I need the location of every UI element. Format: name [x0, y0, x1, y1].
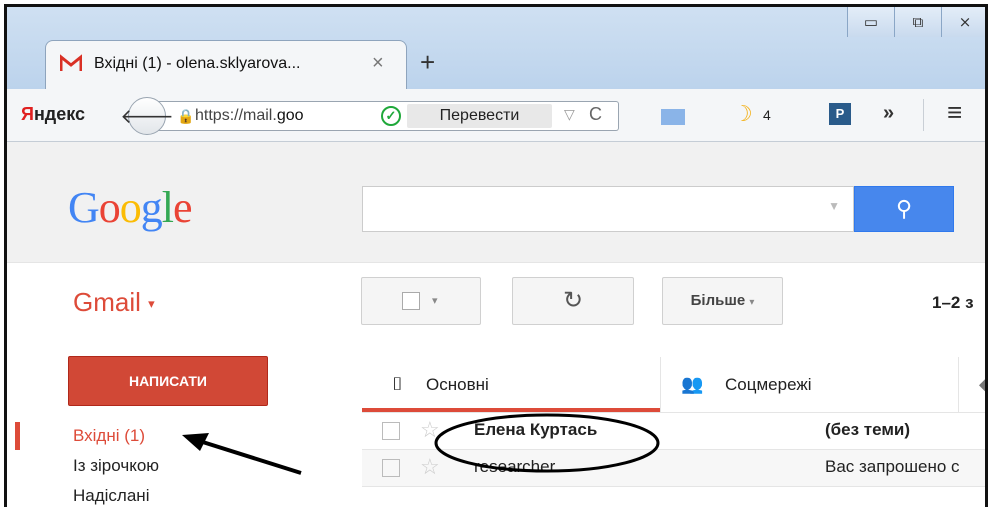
url-scheme: https://mail.: [195, 107, 277, 124]
logo-letter: g: [140, 183, 163, 232]
navigation-toolbar: Яндекс 🔒 https://mail.goo ✓ Перевести ▽ …: [7, 89, 988, 142]
toolbar-separator: [923, 99, 924, 131]
compose-button[interactable]: НАПИСАТИ: [68, 356, 268, 406]
email-row[interactable]: ☆ researcher Вас запрошено с: [362, 450, 988, 487]
email-subject: (без теми): [825, 420, 911, 439]
select-dropdown-icon: ▾: [432, 295, 438, 307]
tab-primary-label: Основні: [426, 375, 489, 394]
address-bar[interactable]: 🔒 https://mail.goo ✓ Перевести ▽ C: [157, 101, 619, 131]
google-header: Google ▼ ⚲: [7, 142, 988, 263]
gmail-caret-icon: ▾: [148, 296, 155, 312]
back-arrow-icon: 🡐: [120, 105, 174, 128]
screenshot-frame: ▭ ⧉ ⨯ Вхідні (1) - olena.sklyarova... × …: [4, 4, 988, 507]
sidebar: Вхідні (1) Із зірочкою Надіслані: [7, 421, 307, 507]
new-tab-button[interactable]: +: [420, 49, 435, 75]
more-label: Більше: [690, 292, 746, 309]
search-button[interactable]: ⚲: [854, 186, 954, 232]
google-logo[interactable]: Google: [68, 182, 193, 233]
mail-icon[interactable]: [661, 109, 685, 125]
url-text: https://mail.goo: [195, 107, 304, 125]
logo-letter: e: [173, 183, 193, 232]
moon-badge-count: 4: [763, 107, 771, 123]
logo-letter: l: [161, 183, 174, 232]
inbox-icon: ⌷: [392, 374, 403, 394]
translate-button[interactable]: Перевести: [407, 104, 552, 128]
email-sender: Елена Куртась: [474, 420, 598, 439]
pagination-text: 1–2 з: [932, 293, 974, 312]
sidebar-item-inbox[interactable]: Вхідні (1): [7, 421, 307, 451]
gmail-page: Google ▼ ⚲ Gmail ▾ ▾ ↻ Більше ▾ 1–2 з НА…: [7, 142, 988, 507]
back-button[interactable]: 🡐: [120, 97, 174, 135]
hamburger-menu-icon[interactable]: ≡: [947, 99, 962, 125]
gmail-favicon-icon: [60, 54, 82, 71]
sidebar-item-sent[interactable]: Надіслані: [7, 481, 307, 507]
logo-letter: o: [98, 183, 121, 232]
select-checkbox-button[interactable]: ▾: [361, 277, 481, 325]
moon-icon[interactable]: ☽: [733, 101, 753, 127]
url-host: goo: [276, 107, 304, 124]
row-checkbox[interactable]: [382, 459, 400, 477]
lock-icon: 🔒: [177, 108, 195, 124]
overflow-chevron-icon[interactable]: »: [883, 102, 894, 125]
reload-icon[interactable]: C: [589, 104, 602, 125]
browser-tab-inbox[interactable]: Вхідні (1) - olena.sklyarova... ×: [45, 40, 407, 89]
star-icon[interactable]: ☆: [420, 417, 440, 443]
url-dropdown-icon[interactable]: ▽: [564, 106, 575, 123]
search-icon: ⚲: [895, 196, 913, 221]
email-row[interactable]: ☆ Елена Куртась (без теми): [362, 413, 988, 450]
check-icon[interactable]: ✓: [381, 106, 401, 126]
tab-close-icon[interactable]: ×: [372, 52, 384, 75]
more-dropdown-icon: ▾: [749, 297, 755, 308]
yandex-logo-first-letter: Я: [21, 104, 34, 124]
logo-letter: G: [68, 183, 100, 232]
refresh-button[interactable]: ↻: [512, 277, 634, 325]
search-dropdown-icon[interactable]: ▼: [828, 199, 840, 213]
tab-promotions[interactable]: ◆: [958, 357, 988, 412]
window-controls: ▭ ⧉ ⨯: [847, 7, 988, 37]
extension-p-icon[interactable]: P: [829, 103, 851, 125]
search-dropdown: ▼: [362, 186, 854, 232]
row-checkbox[interactable]: [382, 422, 400, 440]
logo-letter: o: [119, 183, 142, 232]
gmail-menu-label[interactable]: Gmail ▾: [73, 287, 155, 318]
minimize-button[interactable]: ▭: [847, 7, 894, 37]
yandex-logo[interactable]: Яндекс: [21, 104, 85, 125]
restore-button[interactable]: ⧉: [894, 7, 941, 37]
yandex-logo-rest: ндекс: [33, 104, 86, 124]
star-icon[interactable]: ☆: [420, 454, 440, 480]
tab-primary[interactable]: ⌷ Основні: [362, 357, 660, 412]
tab-social-label: Соцмережі: [725, 375, 812, 394]
more-button[interactable]: Більше ▾: [662, 277, 783, 325]
tab-strip: ▭ ⧉ ⨯ Вхідні (1) - olena.sklyarova... × …: [7, 7, 988, 89]
tab-social[interactable]: 👥 Соцмережі: [660, 357, 958, 412]
email-sender: researcher: [474, 457, 556, 476]
people-icon: 👥: [681, 374, 704, 394]
close-window-button[interactable]: ⨯: [941, 7, 988, 37]
select-checkbox[interactable]: [402, 292, 420, 310]
tab-title: Вхідні (1) - olena.sklyarova...: [94, 55, 301, 72]
refresh-icon: ↻: [562, 287, 584, 314]
email-subject: Вас запрошено с: [825, 457, 960, 476]
category-tabs: ⌷ Основні 👥 Соцмережі ◆: [362, 357, 988, 413]
gmail-label: Gmail: [73, 287, 141, 317]
sidebar-item-starred[interactable]: Із зірочкою: [7, 451, 307, 481]
